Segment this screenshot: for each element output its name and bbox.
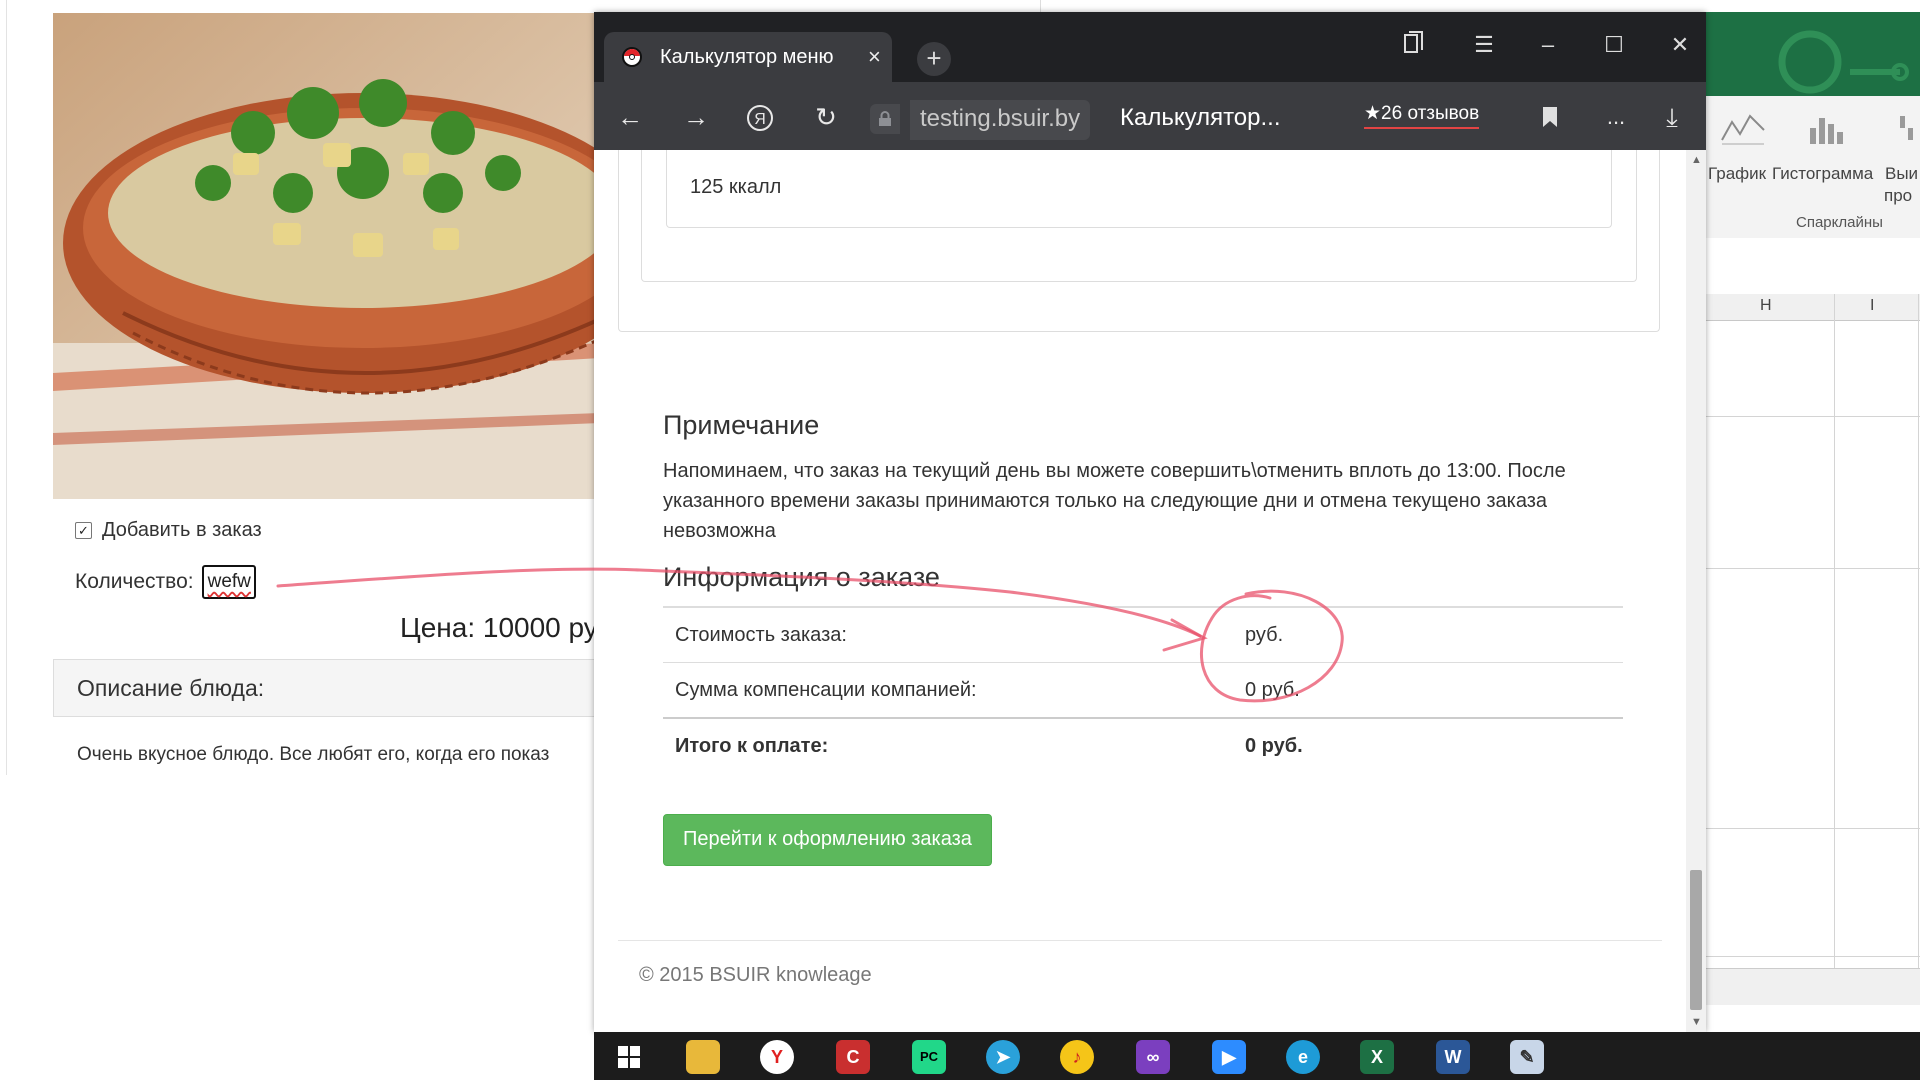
- order-cost-label: Стоимость заказа:: [663, 606, 1233, 663]
- excel-window: График Гистограмма Выи про Спарклайны H …: [1700, 12, 1920, 1032]
- column-sparkline-icon[interactable]: [1806, 110, 1846, 146]
- total-label: Итого к оплате:: [663, 717, 1233, 773]
- menu-icon[interactable]: ☰: [1464, 30, 1504, 60]
- more-menu-icon[interactable]: ...: [1598, 100, 1634, 136]
- note-text: Напоминаем, что заказ на текущий день вы…: [663, 460, 1566, 542]
- add-to-order-row[interactable]: ✓ Добавить в заказ: [75, 519, 262, 542]
- lock-icon[interactable]: [870, 104, 900, 134]
- excel-title-area: [1700, 12, 1920, 96]
- tab-title: Калькулятор меню: [660, 46, 834, 68]
- windows-start-icon[interactable]: [612, 1040, 646, 1074]
- pycharm-icon[interactable]: PC: [912, 1040, 946, 1074]
- browser-toolbar: ← → Я ↻ testing.bsuir.by Калькулятор... …: [594, 82, 1706, 150]
- checkout-button[interactable]: Перейти к оформлению заказа: [663, 814, 992, 866]
- ribbon-group-label: Спарклайны: [1796, 214, 1883, 231]
- description-text: Очень вкусное блюдо. Все любят его, когд…: [77, 744, 550, 765]
- quantity-label: Количество:: [75, 570, 194, 593]
- winloss-sparkline-icon[interactable]: [1896, 110, 1920, 146]
- excel-sheet-tabs: [1700, 968, 1920, 1005]
- column-header-h[interactable]: H: [1760, 297, 1772, 315]
- visual-studio-icon[interactable]: ∞: [1136, 1040, 1170, 1074]
- quantity-row: Количество: wefw: [75, 565, 256, 599]
- add-to-order-checkbox[interactable]: ✓: [75, 522, 92, 539]
- column-header-i[interactable]: I: [1870, 297, 1874, 315]
- pokeball-favicon-icon: [622, 47, 642, 67]
- taskbar: Y C PC ➤ ♪ ∞ ▶ e X W ✎: [594, 1032, 1920, 1080]
- background-web-page: ✓ Добавить в заказ Количество: wefw Цена…: [0, 0, 614, 775]
- excel-ribbon: График Гистограмма Выи про Спарклайны: [1700, 96, 1920, 239]
- footer-divider: [618, 940, 1662, 941]
- compensation-label: Сумма компенсации компанией:: [663, 662, 1233, 718]
- download-icon[interactable]: ⤓: [1654, 100, 1690, 136]
- divider: [1040, 0, 1041, 12]
- grid-line: [1700, 828, 1920, 829]
- svg-text:Я: Я: [754, 111, 766, 128]
- order-info-table: Стоимость заказа: руб. Сумма компенсации…: [663, 606, 1623, 773]
- page-content: 125 ккалл Примечание Напоминаем, что зак…: [594, 150, 1686, 1032]
- table-row: Сумма компенсации компанией: 0 руб.: [663, 662, 1623, 718]
- ribbon-winloss-label[interactable]: Выи: [1885, 164, 1918, 184]
- table-row: Стоимость заказа: руб.: [663, 606, 1623, 663]
- scrollbar-thumb[interactable]: [1690, 870, 1702, 1010]
- bookmarks-panel-icon[interactable]: [1394, 30, 1434, 60]
- address-bar-page-title[interactable]: Калькулятор...: [1120, 104, 1281, 132]
- description-header: Описание блюда:: [53, 659, 600, 717]
- footer-copyright: © 2015 BSUIR knowleage: [639, 964, 872, 986]
- reload-icon[interactable]: ↻: [808, 100, 844, 136]
- grid-line: [1700, 416, 1920, 417]
- yandex-browser-icon[interactable]: Y: [760, 1040, 794, 1074]
- forward-icon[interactable]: →: [678, 100, 714, 136]
- add-to-order-label: Добавить в заказ: [102, 519, 262, 541]
- scroll-down-icon[interactable]: ▼: [1691, 1016, 1702, 1028]
- grid-line: [1700, 568, 1920, 569]
- word-icon[interactable]: W: [1436, 1040, 1470, 1074]
- page-border-line: [6, 0, 7, 775]
- telegram-icon[interactable]: ➤: [986, 1040, 1020, 1074]
- yandex-music-icon[interactable]: ♪: [1060, 1040, 1094, 1074]
- browser-titlebar: Калькулятор меню × + ☰ – ☐ ✕: [594, 12, 1706, 82]
- compensation-value: 0 руб.: [1233, 662, 1623, 718]
- excel-icon[interactable]: X: [1360, 1040, 1394, 1074]
- table-row: Итого к оплате: 0 руб.: [663, 717, 1623, 773]
- grid-line: [1918, 294, 1919, 994]
- ribbon-winloss-label-2: про: [1884, 186, 1913, 205]
- tab-close-icon[interactable]: ×: [868, 44, 881, 70]
- browser-window: Калькулятор меню × + ☰ – ☐ ✕ ← → Я ↻ tes…: [594, 12, 1706, 1032]
- edge-icon[interactable]: e: [1286, 1040, 1320, 1074]
- paint-icon[interactable]: ✎: [1510, 1040, 1544, 1074]
- browser-tab[interactable]: Калькулятор меню ×: [604, 32, 892, 82]
- ribbon-line-label[interactable]: График: [1708, 164, 1766, 184]
- reviews-badge[interactable]: ★26 отзывов: [1364, 102, 1480, 129]
- yandex-icon[interactable]: Я: [742, 100, 778, 136]
- zoom-icon[interactable]: ▶: [1212, 1040, 1246, 1074]
- file-explorer-icon[interactable]: [686, 1040, 720, 1074]
- bookmark-icon[interactable]: [1532, 100, 1568, 136]
- calories-value: 125 ккалл: [690, 176, 782, 198]
- order-info-title: Информация о заказе: [663, 562, 940, 592]
- ribbon-column-label[interactable]: Гистограмма: [1772, 164, 1873, 184]
- note-title: Примечание: [663, 410, 820, 440]
- new-tab-button[interactable]: +: [917, 42, 951, 76]
- total-value: 0 руб.: [1233, 717, 1623, 773]
- excel-column-headers: H I: [1700, 294, 1920, 321]
- calories-box: [666, 150, 1612, 228]
- close-window-icon[interactable]: ✕: [1660, 30, 1700, 60]
- scrollbar[interactable]: ▲ ▼: [1686, 150, 1706, 1032]
- dish-photo: [53, 13, 600, 499]
- address-bar-domain[interactable]: testing.bsuir.by: [910, 100, 1091, 140]
- maximize-icon[interactable]: ☐: [1594, 30, 1634, 60]
- scroll-up-icon[interactable]: ▲: [1691, 154, 1702, 166]
- minimize-icon[interactable]: –: [1528, 30, 1568, 60]
- grid-line: [1834, 294, 1835, 994]
- order-cost-value: руб.: [1233, 606, 1623, 663]
- line-sparkline-icon[interactable]: [1720, 110, 1766, 146]
- grid-line: [1700, 956, 1920, 957]
- excel-sheet: H I: [1700, 238, 1920, 998]
- quantity-input[interactable]: wefw: [201, 565, 256, 599]
- ccleaner-icon[interactable]: C: [836, 1040, 870, 1074]
- dish-price: Цена: 10000 руб: [400, 612, 615, 643]
- back-icon[interactable]: ←: [612, 100, 648, 136]
